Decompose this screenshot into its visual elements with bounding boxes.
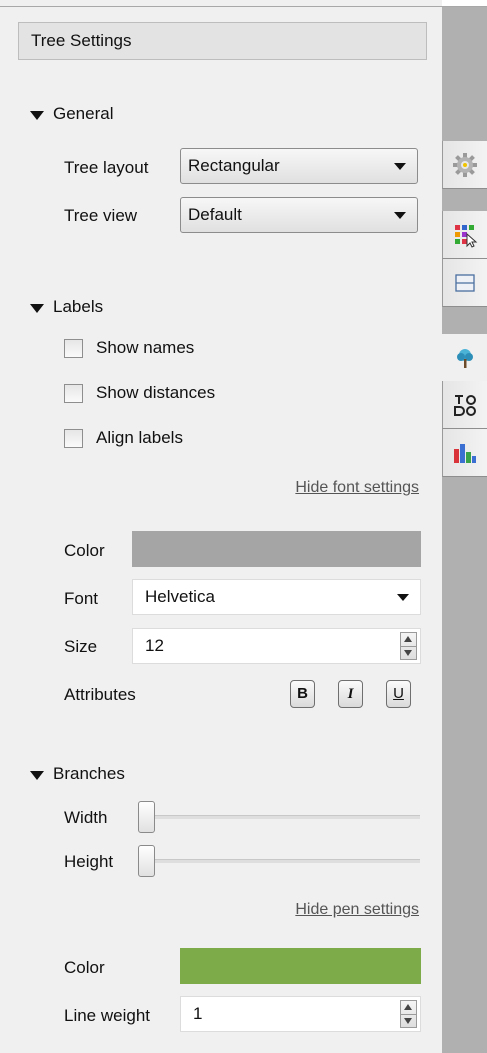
branch-color-swatch[interactable] xyxy=(180,948,421,984)
section-general-toggle[interactable]: General xyxy=(30,104,113,124)
width-label: Width xyxy=(64,808,108,827)
stepper-divider xyxy=(401,646,416,647)
height-label: Height xyxy=(64,852,114,871)
chevron-down-icon xyxy=(397,594,409,601)
label-color-label: Color xyxy=(64,541,105,560)
line-weight-spinbox[interactable]: 1 xyxy=(180,996,421,1032)
section-general-title: General xyxy=(53,104,114,123)
bar-chart-icon xyxy=(454,443,476,463)
height-slider-track[interactable] xyxy=(138,859,420,863)
size-value: 12 xyxy=(145,636,164,655)
select-cursor-icon xyxy=(455,224,478,248)
size-label: Size xyxy=(64,637,98,656)
show-distances-checkbox[interactable] xyxy=(64,383,83,403)
line-weight-value: 1 xyxy=(193,1004,203,1023)
show-names-checkbox-row[interactable]: Show names xyxy=(64,338,194,358)
arrow-down-icon xyxy=(404,1018,412,1024)
tree-view-select[interactable]: Default xyxy=(180,197,418,233)
branch-color-label: Color xyxy=(64,958,105,977)
top-border xyxy=(0,6,487,7)
tab-text-shapes[interactable] xyxy=(442,381,487,429)
expand-triangle-icon xyxy=(30,770,44,780)
tree-view-value: Default xyxy=(188,205,242,224)
tab-selection[interactable] xyxy=(442,211,487,259)
show-distances-label: Show distances xyxy=(96,383,216,402)
width-slider-handle[interactable] xyxy=(138,801,155,833)
tree-view-label: Tree view xyxy=(64,206,138,225)
bold-button[interactable]: B xyxy=(290,680,315,708)
gear-icon xyxy=(453,152,477,177)
size-stepper[interactable] xyxy=(400,632,417,660)
section-labels-title: Labels xyxy=(53,297,104,316)
tree-layout-value: Rectangular xyxy=(188,156,280,175)
tree-settings-header: Tree Settings xyxy=(18,22,427,60)
chevron-down-icon xyxy=(394,212,406,219)
layout-icon xyxy=(455,273,475,292)
arrow-down-icon xyxy=(404,650,412,656)
line-weight-stepper[interactable] xyxy=(400,1000,417,1028)
hide-pen-settings-link[interactable]: Hide pen settings xyxy=(295,901,419,919)
attributes-label: Attributes xyxy=(64,685,136,704)
align-labels-checkbox[interactable] xyxy=(64,428,83,448)
underline-button[interactable]: U xyxy=(386,680,411,708)
chevron-down-icon xyxy=(394,163,406,170)
italic-button[interactable]: I xyxy=(338,680,363,708)
section-branches-toggle[interactable]: Branches xyxy=(30,764,125,784)
tree-layout-label: Tree layout xyxy=(64,158,149,177)
arrow-up-icon xyxy=(404,1004,412,1010)
arrow-up-icon xyxy=(404,636,412,642)
font-value: Helvetica xyxy=(145,587,215,606)
tree-layout-select[interactable]: Rectangular xyxy=(180,148,418,184)
stepper-divider xyxy=(401,1014,416,1015)
text-shapes-icon xyxy=(454,394,476,416)
align-labels-label: Align labels xyxy=(96,428,183,447)
section-branches-title: Branches xyxy=(53,764,125,783)
show-distances-checkbox-row[interactable]: Show distances xyxy=(64,383,215,403)
show-names-checkbox[interactable] xyxy=(64,338,83,358)
expand-triangle-icon xyxy=(30,303,44,313)
tab-charts[interactable] xyxy=(442,429,487,477)
tab-general-settings[interactable] xyxy=(442,141,487,189)
show-names-label: Show names xyxy=(96,338,195,357)
line-weight-label: Line weight xyxy=(64,1006,151,1025)
expand-triangle-icon xyxy=(30,110,44,120)
tab-tree-settings[interactable] xyxy=(442,334,487,382)
hide-font-settings-link[interactable]: Hide font settings xyxy=(295,479,419,497)
align-labels-checkbox-row[interactable]: Align labels xyxy=(64,428,183,448)
section-labels-toggle[interactable]: Labels xyxy=(30,297,103,317)
height-slider-handle[interactable] xyxy=(138,845,155,877)
width-slider-track[interactable] xyxy=(138,815,420,819)
font-select[interactable]: Helvetica xyxy=(132,579,421,615)
tree-icon xyxy=(456,348,473,368)
tab-layout[interactable] xyxy=(442,259,487,307)
size-spinbox[interactable]: 12 xyxy=(132,628,421,664)
label-color-swatch[interactable] xyxy=(132,531,421,567)
font-label: Font xyxy=(64,589,99,608)
